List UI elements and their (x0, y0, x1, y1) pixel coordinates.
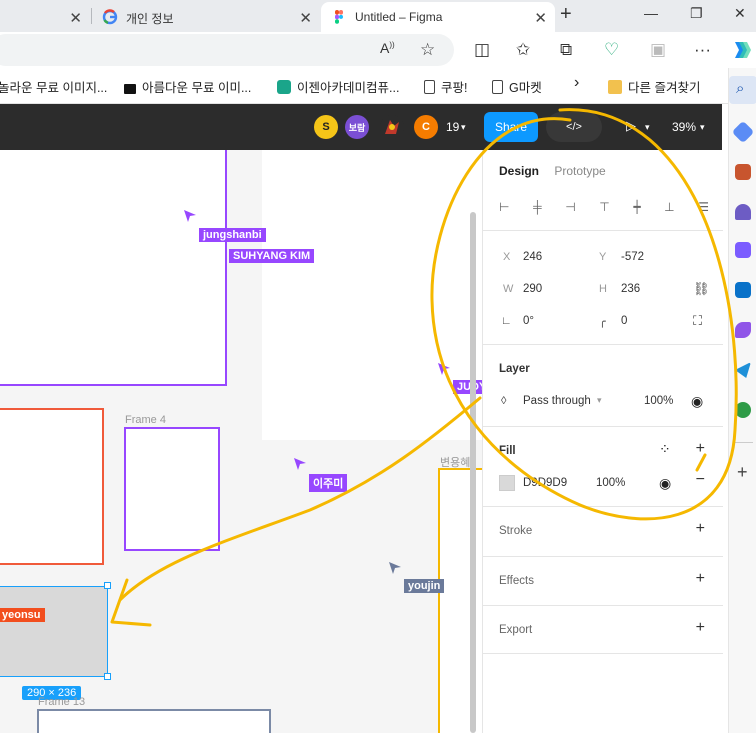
annotation-arrow-line (118, 396, 482, 602)
annotation-arrowhead (110, 578, 152, 627)
annotation-overlay (110, 108, 738, 627)
annotation-tick (695, 453, 707, 472)
annotation-circle (430, 108, 738, 521)
